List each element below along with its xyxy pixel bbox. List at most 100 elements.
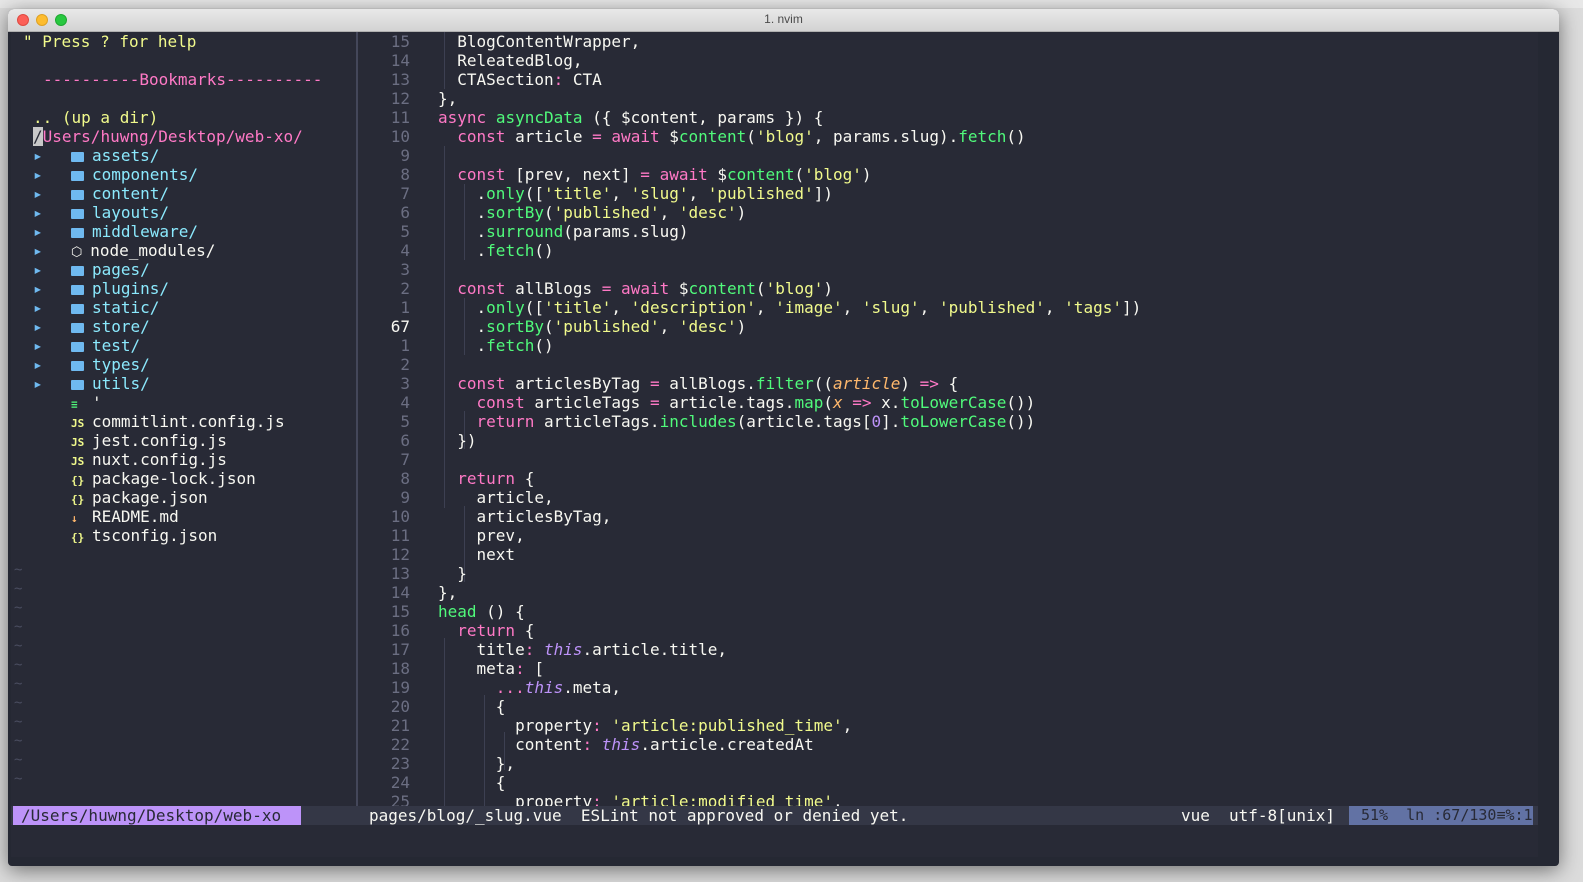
line-number: 18 (390, 659, 410, 678)
tree-folder[interactable]: ▸ utils/ (33, 374, 150, 393)
code-line: const [prev, next] = await $content('blo… (457, 165, 872, 184)
empty-line-tilde: ~ (14, 695, 23, 711)
code-line: articlesByTag, (438, 507, 612, 526)
folder-icon (71, 152, 84, 162)
tree-folder[interactable]: ▸ layouts/ (33, 203, 169, 222)
tree-folder[interactable]: ▸ assets/ (33, 146, 159, 165)
code-line: property: 'article:published_time', (438, 716, 853, 735)
tree-folder[interactable]: ▸ content/ (33, 184, 169, 203)
tree-folder[interactable]: ▸ components/ (33, 165, 198, 184)
line-number: 11 (390, 526, 410, 545)
root-path[interactable]: /Users/huwng/Desktop/web-xo/ (33, 127, 303, 146)
tree-folder[interactable]: ▸ store/ (33, 317, 150, 336)
tree-folder[interactable]: ▸ types/ (33, 355, 150, 374)
expand-arrow-icon[interactable]: ▸ (33, 203, 71, 222)
code-line: { (438, 773, 506, 792)
line-number: 14 (390, 583, 410, 602)
line-number: 21 (390, 716, 410, 735)
line-number: 3 (400, 260, 410, 279)
code-line: meta: [ (438, 659, 544, 678)
expand-arrow-icon[interactable]: ▸ (33, 184, 71, 203)
code-line: CTASection: CTA (438, 70, 602, 89)
expand-arrow-icon[interactable]: ▸ (33, 222, 71, 241)
code-line: async asyncData ({ $content, params }) { (438, 108, 824, 127)
code-line: title: this.article.title, (438, 640, 728, 659)
window-title: 1. nvim (764, 12, 803, 26)
tree-folder[interactable]: ▸ middleware/ (33, 222, 198, 241)
expand-arrow-icon[interactable]: ▸ (33, 146, 71, 165)
expand-arrow-icon[interactable]: ▸ (33, 241, 71, 260)
line-number: 15 (390, 32, 410, 51)
file-name: nuxt.config.js (92, 450, 227, 469)
line-number: 24 (390, 773, 410, 792)
line-number: 17 (390, 640, 410, 659)
code-line: return articleTags.includes(article.tags… (476, 412, 1036, 431)
tree-file[interactable]: JS jest.config.js (71, 431, 227, 450)
tree-file[interactable]: JS commitlint.config.js (71, 412, 285, 431)
code-line: return { (457, 621, 535, 640)
file-name: jest.config.js (92, 431, 227, 450)
expand-arrow-icon[interactable]: ▸ (33, 165, 71, 184)
code-line: .only(['title', 'slug', 'published']) (438, 184, 833, 203)
line-number: 8 (400, 165, 410, 184)
code-line: const articleTags = article.tags.map(x =… (476, 393, 1036, 412)
folder-name: store/ (92, 317, 150, 336)
line-number: 25 (390, 792, 410, 806)
line-number: 13 (390, 564, 410, 583)
expand-arrow-icon[interactable]: ▸ (33, 279, 71, 298)
expand-arrow-icon[interactable]: ▸ (33, 260, 71, 279)
code-line: prev, (438, 526, 525, 545)
line-number: 12 (390, 89, 410, 108)
tree-file[interactable]: ↓ README.md (71, 507, 179, 526)
file-name: tsconfig.json (92, 526, 218, 545)
tree-folder[interactable]: ▸ static/ (33, 298, 159, 317)
tree-file[interactable]: {} package.json (71, 488, 208, 507)
line-number: 1 (400, 298, 410, 317)
code-line: .sortBy('published', 'desc') (438, 203, 747, 222)
command-line[interactable] (11, 825, 1538, 857)
folder-icon (71, 304, 84, 314)
line-number: 15 (390, 602, 410, 621)
line-number: 22 (390, 735, 410, 754)
line-number: 14 (390, 51, 410, 70)
bookmarks-header: ----------Bookmarks---------- (43, 70, 323, 89)
line-number: 8 (400, 469, 410, 488)
code-line: }) (438, 431, 477, 450)
expand-arrow-icon[interactable]: ▸ (33, 317, 71, 336)
expand-arrow-icon[interactable]: ▸ (33, 355, 71, 374)
folder-name: assets/ (92, 146, 160, 165)
folder-name: utils/ (92, 374, 150, 393)
tree-folder[interactable]: ▸ plugins/ (33, 279, 169, 298)
line-number: 4 (400, 241, 410, 260)
up-dir-link[interactable]: .. (up a dir) (33, 108, 158, 127)
expand-arrow-icon[interactable]: ▸ (33, 298, 71, 317)
expand-arrow-icon[interactable]: ▸ (33, 374, 71, 393)
status-file: pages/blog/_slug.vue ESLint not approved… (369, 806, 909, 825)
code-line: property: 'article:modified_time', (438, 792, 843, 806)
empty-line-tilde: ~ (14, 714, 23, 730)
folder-icon (71, 190, 84, 200)
code-line: return { (457, 469, 535, 488)
empty-line-tilde: ~ (14, 771, 23, 787)
tree-file[interactable]: {} tsconfig.json (71, 526, 217, 545)
empty-line-tilde: ~ (14, 562, 23, 578)
line-number: 23 (390, 754, 410, 773)
code-line: } (438, 564, 467, 583)
empty-line-tilde: ~ (14, 733, 23, 749)
tree-file[interactable]: ≡ ' (71, 393, 102, 412)
line-number: 12 (390, 545, 410, 564)
tree-folder[interactable]: ▸ test/ (33, 336, 140, 355)
code-line: }, (438, 754, 516, 773)
folder-name: content/ (92, 184, 170, 203)
tree-file[interactable]: {} package-lock.json (71, 469, 256, 488)
empty-line-tilde: ~ (14, 752, 23, 768)
line-number: 2 (400, 355, 410, 374)
tree-folder[interactable]: ▸ pages/ (33, 260, 150, 279)
line-number: 2 (400, 279, 410, 298)
tree-folder[interactable]: ▸ ⬡ node_modules/ (33, 241, 215, 260)
nvim-area[interactable]: " Press ? for help ----------Bookmarks--… (11, 32, 1538, 809)
code-line: .only(['title', 'description', 'image', … (438, 298, 1142, 317)
expand-arrow-icon[interactable]: ▸ (33, 336, 71, 355)
line-number: 10 (390, 507, 410, 526)
tree-file[interactable]: JS nuxt.config.js (71, 450, 227, 469)
